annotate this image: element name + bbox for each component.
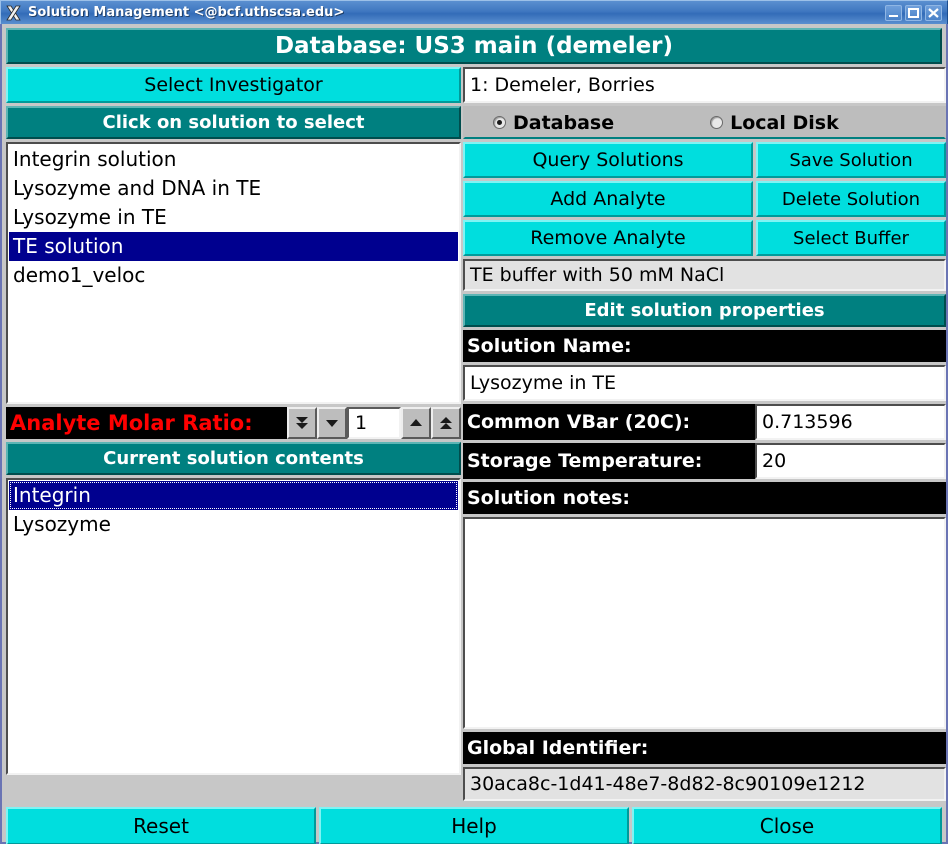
- close-button[interactable]: Close: [632, 807, 942, 844]
- action-row-2: Add Analyte Delete Solution: [463, 181, 946, 217]
- maximize-icon[interactable]: [905, 4, 922, 21]
- main-split-row: Integrin solution Lysozyme and DNA in TE…: [6, 142, 946, 804]
- solution-notes-textarea[interactable]: [463, 517, 946, 729]
- molar-ratio-row: Analyte Molar Ratio: 1: [6, 407, 461, 439]
- window-body: Database: US3 main (demeler) Select Inve…: [0, 24, 948, 844]
- click-solution-label: Click on solution to select: [6, 106, 461, 139]
- common-vbar-input[interactable]: 0.713596: [755, 404, 946, 440]
- radio-local-disk[interactable]: Local Disk: [710, 112, 839, 134]
- solution-notes-label: Solution notes:: [463, 482, 946, 514]
- double-chevron-up-icon[interactable]: [431, 407, 461, 439]
- investigator-field[interactable]: 1: Demeler, Borries: [463, 67, 946, 103]
- title-bar[interactable]: Solution Management <@bcf.uthscsa.edu>: [0, 0, 948, 24]
- storage-temperature-input[interactable]: 20: [755, 443, 946, 479]
- select-buffer-button[interactable]: Select Buffer: [756, 220, 946, 256]
- database-banner: Database: US3 main (demeler): [6, 28, 942, 64]
- save-solution-button[interactable]: Save Solution: [756, 142, 946, 178]
- list-item[interactable]: Integrin solution: [9, 145, 458, 174]
- delete-solution-button[interactable]: Delete Solution: [756, 181, 946, 217]
- footer-button-bar: Reset Help Close: [6, 807, 942, 844]
- list-item[interactable]: Lysozyme and DNA in TE: [9, 174, 458, 203]
- action-row-1: Query Solutions Save Solution: [463, 142, 946, 178]
- remove-analyte-button[interactable]: Remove Analyte: [463, 220, 753, 256]
- right-column: Query Solutions Save Solution Add Analyt…: [463, 142, 946, 804]
- solution-management-window: Solution Management <@bcf.uthscsa.edu> D…: [0, 0, 948, 844]
- window-controls: [885, 4, 942, 21]
- help-button[interactable]: Help: [319, 807, 629, 844]
- molar-ratio-spinner[interactable]: 1: [287, 407, 461, 439]
- double-chevron-down-icon[interactable]: [287, 407, 317, 439]
- list-header-row: Click on solution to select Database Loc…: [6, 106, 946, 139]
- select-investigator-button[interactable]: Select Investigator: [6, 67, 461, 103]
- source-radio-cell: Database Local Disk: [463, 106, 946, 139]
- storage-temperature-label: Storage Temperature:: [463, 443, 755, 479]
- list-item[interactable]: Lysozyme: [9, 510, 458, 539]
- solution-name-input[interactable]: Lysozyme in TE: [463, 365, 946, 401]
- source-radio-group: Database Local Disk: [463, 106, 946, 139]
- minimize-icon[interactable]: [885, 4, 902, 21]
- reset-button[interactable]: Reset: [6, 807, 316, 844]
- window-title: Solution Management <@bcf.uthscsa.edu>: [28, 5, 345, 20]
- contents-listbox[interactable]: Integrin Lysozyme: [6, 478, 461, 775]
- action-row-3: Remove Analyte Select Buffer: [463, 220, 946, 256]
- list-item[interactable]: demo1_veloc: [9, 261, 458, 290]
- list-item-selected[interactable]: Integrin: [9, 481, 458, 510]
- list-header-cell: Click on solution to select: [6, 106, 461, 139]
- investigator-value-cell: 1: Demeler, Borries: [463, 67, 946, 103]
- radio-database-dot: [493, 116, 506, 129]
- chevron-up-icon[interactable]: [401, 407, 431, 439]
- global-identifier-field: 30aca8c-1d41-48e7-8d82-8c90109e1212: [463, 767, 946, 801]
- solutions-listbox[interactable]: Integrin solution Lysozyme and DNA in TE…: [6, 142, 461, 404]
- analyte-molar-ratio-label: Analyte Molar Ratio:: [6, 407, 287, 439]
- radio-local-disk-dot: [710, 116, 724, 129]
- storage-temperature-row: Storage Temperature: 20: [463, 443, 946, 479]
- close-icon[interactable]: [925, 4, 942, 21]
- vbar-row: Common VBar (20C): 0.713596: [463, 404, 946, 440]
- query-solutions-button[interactable]: Query Solutions: [463, 142, 753, 178]
- molar-ratio-input[interactable]: 1: [347, 407, 401, 439]
- common-vbar-label: Common VBar (20C):: [463, 404, 755, 440]
- buffer-display: TE buffer with 50 mM NaCl: [463, 259, 946, 291]
- x11-logo-icon: [4, 3, 24, 23]
- radio-local-disk-label: Local Disk: [730, 111, 839, 134]
- list-item[interactable]: Lysozyme in TE: [9, 203, 458, 232]
- radio-database[interactable]: Database: [493, 112, 614, 134]
- left-column: Integrin solution Lysozyme and DNA in TE…: [6, 142, 461, 804]
- list-item-selected[interactable]: TE solution: [9, 232, 458, 261]
- edit-solution-properties-header: Edit solution properties: [463, 294, 946, 327]
- chevron-down-icon[interactable]: [317, 407, 347, 439]
- radio-database-label: Database: [513, 111, 615, 134]
- global-identifier-label: Global Identifier:: [463, 732, 946, 764]
- investigator-button-cell: Select Investigator: [6, 67, 461, 103]
- add-analyte-button[interactable]: Add Analyte: [463, 181, 753, 217]
- investigator-row: Select Investigator 1: Demeler, Borries: [6, 67, 946, 103]
- current-contents-header: Current solution contents: [6, 442, 461, 475]
- solution-name-label: Solution Name:: [463, 330, 946, 362]
